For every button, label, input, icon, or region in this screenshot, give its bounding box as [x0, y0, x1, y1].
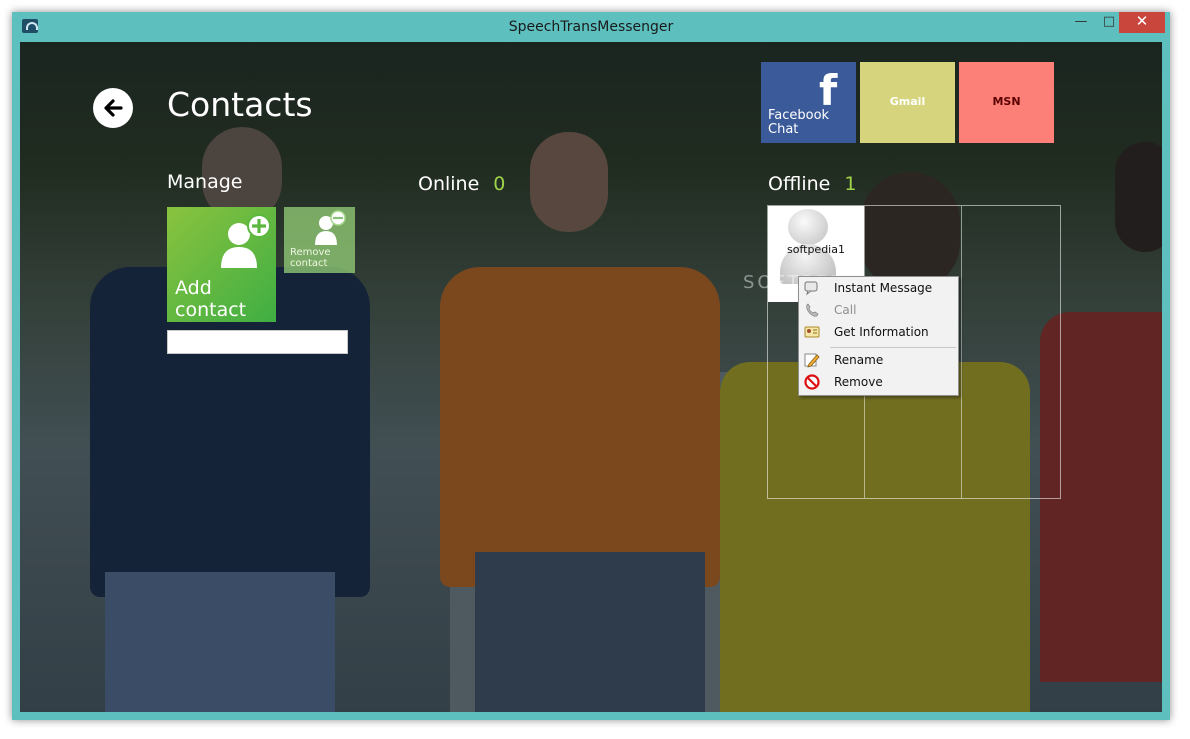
gmail-label: Gmail	[889, 95, 926, 108]
arrow-left-icon	[104, 99, 123, 117]
add-contact-tile[interactable]: Add contact	[167, 207, 276, 322]
msn-label: MSN	[992, 95, 1021, 108]
avatar-icon	[788, 209, 828, 245]
menu-item-rename[interactable]: Rename	[799, 350, 958, 371]
add-user-icon	[221, 214, 271, 268]
pencil-icon	[804, 353, 820, 368]
close-button[interactable]: ✕	[1119, 12, 1165, 33]
online-label: Online	[418, 173, 480, 195]
offline-count: 1	[844, 173, 857, 195]
facebook-label-line2: Chat	[768, 122, 799, 137]
contacts-page: Contacts Manage Add contact Remove conta…	[20, 42, 1162, 712]
facebook-chat-tile[interactable]: f Facebook Chat	[761, 62, 856, 143]
contact-name: softpedia1	[787, 243, 845, 256]
app-window: SpeechTransMessenger — □ ✕ Contacts Mana…	[12, 12, 1170, 720]
menu-item-get-information[interactable]: Get Information	[799, 322, 958, 343]
title-bar[interactable]: SpeechTransMessenger — □ ✕	[12, 12, 1170, 42]
chat-icon	[804, 281, 818, 296]
msn-tile[interactable]: MSN	[959, 62, 1054, 143]
phone-icon	[806, 303, 819, 317]
contact-context-menu: Instant Message Call Get Information Ren…	[798, 276, 959, 396]
remove-contact-label-line1: Remove	[290, 247, 331, 258]
remove-contact-label-line2: contact	[290, 258, 328, 269]
add-contact-label-line1: Add	[175, 277, 212, 299]
menu-item-call[interactable]: Call	[799, 300, 958, 321]
manage-heading: Manage	[167, 171, 243, 193]
menu-item-remove[interactable]: Remove	[799, 372, 958, 393]
minimize-button[interactable]: —	[1067, 12, 1095, 33]
page-title: Contacts	[167, 85, 313, 124]
gmail-tile[interactable]: Gmail	[860, 62, 955, 143]
offline-label: Offline	[768, 173, 831, 195]
add-contact-label-line2: contact	[175, 299, 247, 321]
remove-contact-tile[interactable]: Remove contact	[284, 207, 355, 273]
contact-name-input[interactable]	[167, 330, 348, 354]
offline-heading: Offline 1	[768, 173, 856, 195]
info-card-icon	[804, 326, 820, 338]
online-heading: Online 0	[418, 173, 505, 195]
online-count: 0	[493, 173, 506, 195]
window-title: SpeechTransMessenger	[508, 19, 674, 35]
remove-user-icon	[315, 210, 346, 245]
no-entry-icon	[804, 374, 820, 390]
menu-separator	[830, 347, 956, 348]
facebook-label-line1: Facebook	[768, 108, 830, 123]
menu-item-instant-message[interactable]: Instant Message	[799, 278, 958, 299]
back-button[interactable]	[93, 88, 133, 128]
